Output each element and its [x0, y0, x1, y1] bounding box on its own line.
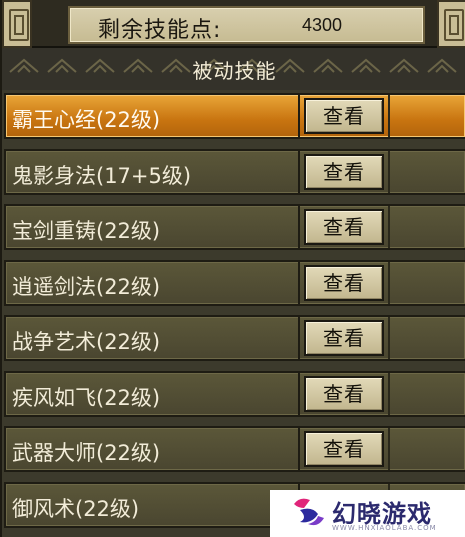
- row-divider: [388, 95, 390, 137]
- skill-points-label: 剩余技能点:: [98, 18, 222, 43]
- view-skill-button[interactable]: 查看: [304, 265, 384, 301]
- watermark: 幻晓游戏 WWW.HNXIAOLABA.COM: [270, 490, 465, 537]
- skill-name: 霸王心经(22级): [12, 108, 161, 132]
- skill-name: 鬼影身法(17+5级): [12, 164, 192, 188]
- view-skill-button[interactable]: 查看: [304, 431, 384, 467]
- row-divider: [298, 206, 300, 248]
- skill-name: 宝剑重铸(22级): [12, 219, 161, 243]
- skill-name: 御风术(22级): [12, 497, 140, 521]
- corner-ornament-right: [437, 0, 465, 48]
- skill-row[interactable]: 霸王心经(22级) 查看: [4, 93, 465, 139]
- view-skill-button[interactable]: 查看: [304, 209, 384, 245]
- skill-points-bar: 剩余技能点: 4300: [2, 0, 465, 48]
- row-divider: [388, 428, 390, 470]
- row-divider: [388, 317, 390, 359]
- row-divider: [388, 151, 390, 193]
- skill-points-box: 剩余技能点: 4300: [68, 6, 425, 44]
- view-skill-button[interactable]: 查看: [304, 154, 384, 190]
- skill-row[interactable]: 逍遥剑法(22级) 查看: [4, 260, 465, 306]
- skill-name: 战争艺术(22级): [12, 330, 161, 354]
- skill-row[interactable]: 武器大师(22级) 查看: [4, 426, 465, 472]
- view-skill-button[interactable]: 查看: [304, 98, 384, 134]
- skill-points-value: 4300: [302, 15, 343, 35]
- corner-ornament-left: [2, 0, 32, 48]
- skill-name: 武器大师(22级): [12, 441, 161, 465]
- row-divider: [298, 262, 300, 304]
- skill-row[interactable]: 宝剑重铸(22级) 查看: [4, 204, 465, 250]
- skill-row[interactable]: 战争艺术(22级) 查看: [4, 315, 465, 361]
- row-divider: [298, 151, 300, 193]
- row-divider: [298, 428, 300, 470]
- skill-row[interactable]: 疾风如飞(22级) 查看: [4, 371, 465, 417]
- watermark-subtext: WWW.HNXIAOLABA.COM: [332, 524, 437, 532]
- view-skill-button[interactable]: 查看: [304, 376, 384, 412]
- row-divider: [298, 317, 300, 359]
- skill-panel: 剩余技能点: 4300 被动技能 霸王心经(22级) 查看 鬼影身法(17+5级) 查…: [0, 0, 465, 537]
- skill-name: 逍遥剑法(22级): [12, 275, 161, 299]
- row-divider: [388, 373, 390, 415]
- skill-name: 疾风如飞(22级): [12, 386, 161, 410]
- view-skill-button[interactable]: 查看: [304, 320, 384, 356]
- row-divider: [388, 206, 390, 248]
- watermark-logo-icon: [294, 498, 324, 526]
- section-title-passive-skills: 被动技能: [192, 59, 277, 83]
- row-divider: [298, 95, 300, 137]
- row-divider: [388, 262, 390, 304]
- row-divider: [298, 373, 300, 415]
- skill-row[interactable]: 鬼影身法(17+5级) 查看: [4, 149, 465, 195]
